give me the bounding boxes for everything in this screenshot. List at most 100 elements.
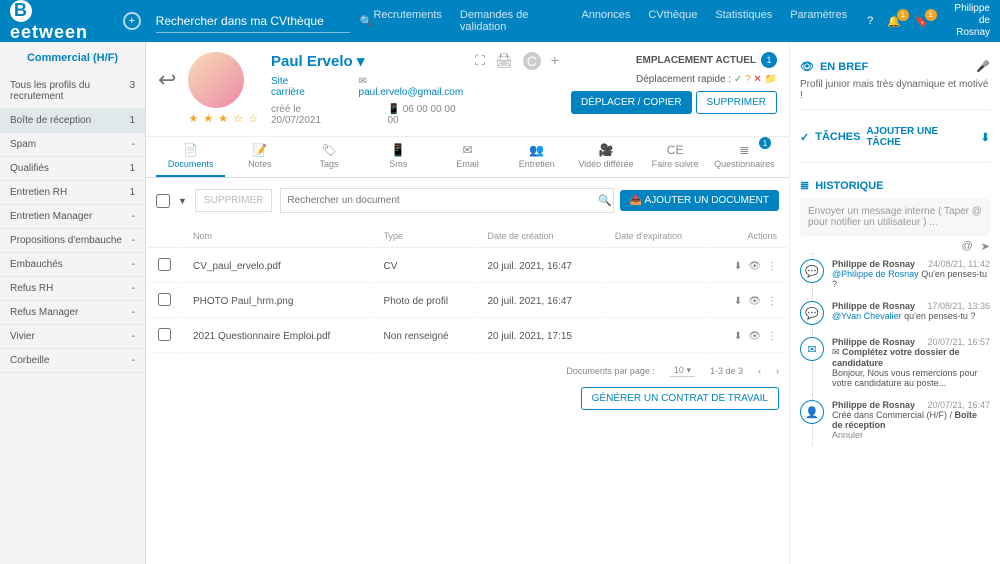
send-icon[interactable]: ➤ [981, 240, 990, 253]
table-row: 2021 Questionnaire Emploi.pdfNon renseig… [148, 320, 787, 353]
history-item: 💬Philippe de Rosnay24/08/21, 11:42@Phili… [812, 253, 990, 295]
col-actions: Actions [711, 225, 787, 248]
tag-notif-icon[interactable]: 🔖1 [915, 15, 929, 28]
brand-logo: Beetween [10, 0, 107, 43]
tab-tags[interactable]: 🏷Tags [294, 137, 363, 177]
mic-icon[interactable]: 🎤 [976, 60, 990, 73]
download-icon[interactable]: ⬇ [734, 331, 742, 342]
search-icon[interactable]: 🔍 [598, 194, 612, 207]
download-icon[interactable]: ⬇ [981, 131, 990, 144]
site-link[interactable]: Site carrière [271, 76, 319, 98]
table-row: PHOTO Paul_hrm.pngPhoto de profil20 juil… [148, 285, 787, 318]
sidebar-item[interactable]: Boîte de réception1 [0, 109, 145, 133]
prev-page-icon[interactable]: ‹ [758, 366, 761, 376]
check-icon[interactable]: ✓ [734, 74, 742, 85]
sidebar-item[interactable]: Vivier- [0, 325, 145, 349]
brief-icon: 👁 [800, 60, 814, 73]
nav-stats[interactable]: Statistiques [715, 9, 772, 33]
nav-params[interactable]: Paramètres [790, 9, 847, 33]
col-name: Nom [183, 225, 372, 248]
row-checkbox[interactable] [158, 293, 171, 306]
row-checkbox[interactable] [158, 328, 171, 341]
sidebar-item[interactable]: Corbeille- [0, 349, 145, 373]
more-icon[interactable]: ⋮ [767, 331, 777, 342]
tab-questionnaires[interactable]: ≣Questionnaires1 [710, 137, 779, 177]
eye-icon[interactable]: 👁 [748, 261, 761, 272]
col-created: Date de création [477, 225, 602, 248]
history-title: HISTORIQUE [815, 180, 883, 192]
location-title: EMPLACEMENT ACTUEL [636, 55, 756, 66]
col-exp: Date d'expiration [605, 225, 710, 248]
search-icon[interactable]: 🔍 [360, 15, 374, 28]
tab-documents[interactable]: 📄Documents [156, 137, 225, 177]
per-page-select[interactable]: 10 ▾ [670, 365, 695, 377]
location-count: 1 [761, 52, 777, 68]
select-all-checkbox[interactable] [156, 194, 170, 208]
brief-title: EN BREF [820, 61, 868, 73]
tab-email[interactable]: ✉Email [433, 137, 502, 177]
sidebar-item[interactable]: Tous les profils du recrutement3 [0, 74, 145, 109]
sidebar-item[interactable]: Spam- [0, 133, 145, 157]
doc-search-input[interactable] [280, 188, 614, 213]
eye-icon[interactable]: 👁 [748, 331, 761, 342]
nav-annonces[interactable]: Annonces [581, 9, 630, 33]
phone: 📱 06 00 00 00 00 [387, 104, 463, 126]
profile-tabs: 📄Documents📝Notes🏷Tags📱Sms✉Email👥Entretie… [146, 137, 789, 178]
sidebar-item[interactable]: Qualifiés1 [0, 157, 145, 181]
delete-docs-button[interactable]: SUPPRIMER [195, 189, 272, 212]
tab-sms[interactable]: 📱Sms [364, 137, 433, 177]
rating-stars[interactable]: ★ ★ ★ ☆ ☆ [188, 112, 259, 125]
download-icon[interactable]: ⬇ [734, 261, 742, 272]
row-checkbox[interactable] [158, 258, 171, 271]
bell-icon[interactable]: 🔔1 [887, 15, 901, 28]
circle-c-icon[interactable]: C [523, 52, 541, 70]
current-user[interactable]: Philippede Rosnay [944, 3, 990, 39]
message-input[interactable]: Envoyer un message interne ( Taper @ pou… [800, 198, 990, 236]
expand-icon[interactable]: ⛶ [475, 52, 485, 70]
at-icon[interactable]: @ [962, 240, 973, 253]
nav-validation[interactable]: Demandes de validation [460, 9, 564, 33]
profile-name[interactable]: Paul Ervelo ▾ [271, 52, 463, 70]
email-link[interactable]: ✉ paul.ervelo@gmail.com [359, 76, 464, 98]
tasks-icon: ✓ [800, 131, 809, 144]
add-document-button[interactable]: 📤 AJOUTER UN DOCUMENT [620, 190, 779, 211]
next-page-icon[interactable]: › [776, 366, 779, 376]
help-icon[interactable]: ? [867, 15, 873, 27]
main-nav: Recrutements Demandes de validation Anno… [373, 9, 847, 33]
sidebar-item[interactable]: Entretien RH1 [0, 181, 145, 205]
more-icon[interactable]: ⋮ [767, 261, 777, 272]
per-page-label: Documents par page : [566, 366, 655, 376]
created-date: créé le 20/07/2021 [271, 104, 348, 126]
sidebar-item[interactable]: Embauchés- [0, 253, 145, 277]
col-type: Type [374, 225, 476, 248]
tab-vidéo différée[interactable]: 🎥Vidéo différée [571, 137, 640, 177]
folder-icon[interactable]: 📁 [765, 74, 777, 85]
move-copy-button[interactable]: DÉPLACER / COPIER [571, 91, 692, 114]
global-search[interactable]: Rechercher dans ma CVthèque [156, 10, 350, 33]
sidebar-item[interactable]: Propositions d'embauche- [0, 229, 145, 253]
chevron-down-icon[interactable]: ▼ [178, 196, 187, 206]
add-task-link[interactable]: AJOUTER UNE TÂCHE [866, 126, 968, 148]
tab-faire suivre[interactable]: CEFaire suivre [641, 137, 710, 177]
add-icon[interactable]: + [123, 12, 141, 30]
sidebar-item[interactable]: Entretien Manager- [0, 205, 145, 229]
tab-notes[interactable]: 📝Notes [225, 137, 294, 177]
reject-icon[interactable]: ✕ [753, 74, 761, 85]
history-item: 💬Philippe de Rosnay17/08/21, 13:36@Yvan … [812, 295, 990, 331]
more-icon[interactable]: ⋮ [767, 296, 777, 307]
print-icon[interactable]: 🖨 [495, 52, 513, 70]
generate-contract-button[interactable]: GÉNÉRER UN CONTRAT DE TRAVAIL [581, 387, 779, 410]
history-item: 👤Philippe de Rosnay20/07/21, 16:47Créé d… [812, 394, 990, 446]
sidebar-item[interactable]: Refus RH- [0, 277, 145, 301]
nav-cvtheque[interactable]: CVthèque [648, 9, 697, 33]
avatar [188, 52, 244, 108]
back-icon[interactable]: ↩ [158, 52, 176, 93]
eye-icon[interactable]: 👁 [748, 296, 761, 307]
question-icon[interactable]: ? [745, 74, 751, 85]
download-icon[interactable]: ⬇ [734, 296, 742, 307]
nav-recrutements[interactable]: Recrutements [373, 9, 441, 33]
tab-entretien[interactable]: 👥Entretien [502, 137, 571, 177]
sidebar-item[interactable]: Refus Manager- [0, 301, 145, 325]
delete-profile-button[interactable]: SUPPRIMER [696, 91, 777, 114]
plus-icon[interactable]: + [551, 52, 559, 70]
